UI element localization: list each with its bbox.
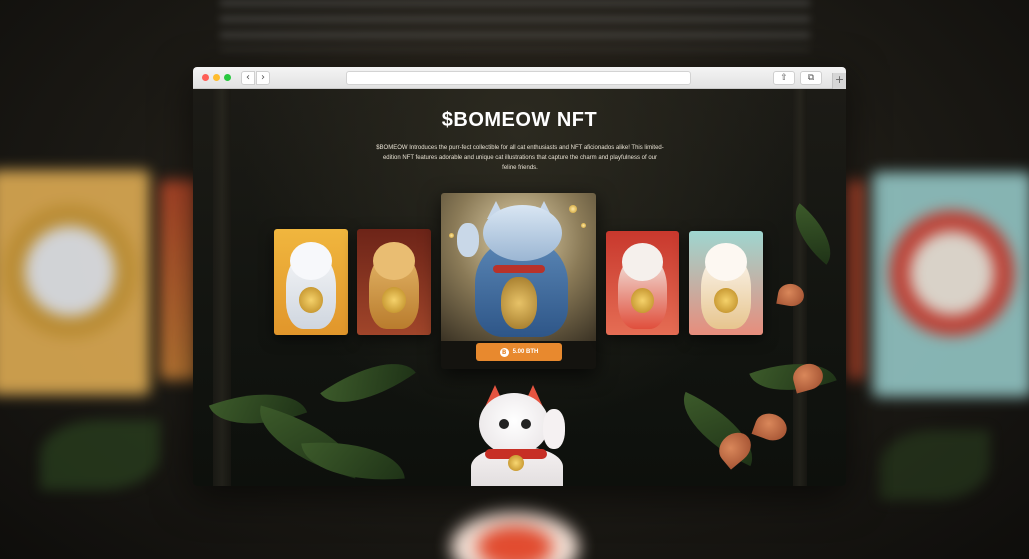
blurred-card-left [0, 170, 150, 395]
tab-overview-button[interactable]: ⧉ [800, 71, 822, 85]
blurred-mascot [440, 505, 590, 559]
featured-cat-illustration [441, 193, 596, 341]
mascot-bell [508, 455, 524, 471]
cat-head [622, 243, 663, 281]
tree-trunk [213, 89, 231, 486]
forward-button[interactable]: › [256, 71, 270, 85]
cat-head [373, 241, 415, 280]
mascot-cat-image [465, 385, 577, 486]
browser-window: ‹ › ⇧ ⧉ + $BOMEOW NFT $BOMEOW Introduces… [193, 67, 846, 486]
mascot-paw [543, 409, 565, 449]
blurred-card-right-edge [845, 180, 865, 380]
price-button[interactable]: B 5.00 BTH [476, 343, 562, 361]
blurred-card-right [872, 172, 1029, 397]
blurred-leaf [40, 420, 160, 490]
fern-leaf [301, 434, 405, 486]
address-bar[interactable] [346, 71, 691, 85]
nft-card[interactable] [357, 229, 431, 335]
cat-paw [457, 223, 479, 257]
mascot-eye [499, 419, 509, 429]
page-title: $BOMEOW NFT [441, 109, 598, 131]
nft-card[interactable] [689, 231, 763, 335]
cat-head [705, 243, 747, 281]
light-bulb [449, 233, 454, 238]
blurred-leaf [880, 430, 990, 500]
gold-coin [299, 287, 323, 313]
browser-toolbar: ‹ › ⇧ ⧉ + [193, 67, 846, 89]
cat-head [483, 205, 562, 261]
gold-coin [382, 287, 406, 313]
fern-leaf [320, 341, 416, 425]
zoom-dot-icon[interactable] [224, 74, 231, 81]
cat-head [290, 241, 332, 280]
page-description: $BOMEOW Introduces the purr-fect collect… [376, 145, 664, 171]
nft-card[interactable] [274, 229, 348, 335]
nft-card[interactable] [606, 231, 679, 335]
share-button[interactable]: ⇧ [773, 71, 795, 85]
featured-nft-card[interactable]: B 5.00 BTH [441, 193, 596, 369]
blurred-text [220, 0, 810, 50]
cat-collar [493, 265, 545, 273]
gold-coin [714, 288, 738, 314]
close-dot-icon[interactable] [202, 74, 209, 81]
coin-icon: B [499, 347, 509, 357]
light-bulb [569, 205, 577, 213]
fern-leaf [780, 203, 846, 265]
price-label: 5.00 BTH [512, 349, 539, 355]
page-content: $BOMEOW NFT $BOMEOW Introduces the purr-… [193, 89, 846, 486]
orange-leaf [751, 409, 791, 445]
gold-coin [501, 277, 537, 329]
mascot-head [479, 393, 549, 455]
new-tab-button[interactable]: + [832, 73, 846, 89]
minimize-dot-icon[interactable] [213, 74, 220, 81]
mascot-eye [521, 419, 531, 429]
back-button[interactable]: ‹ [241, 71, 255, 85]
light-bulb [581, 223, 586, 228]
